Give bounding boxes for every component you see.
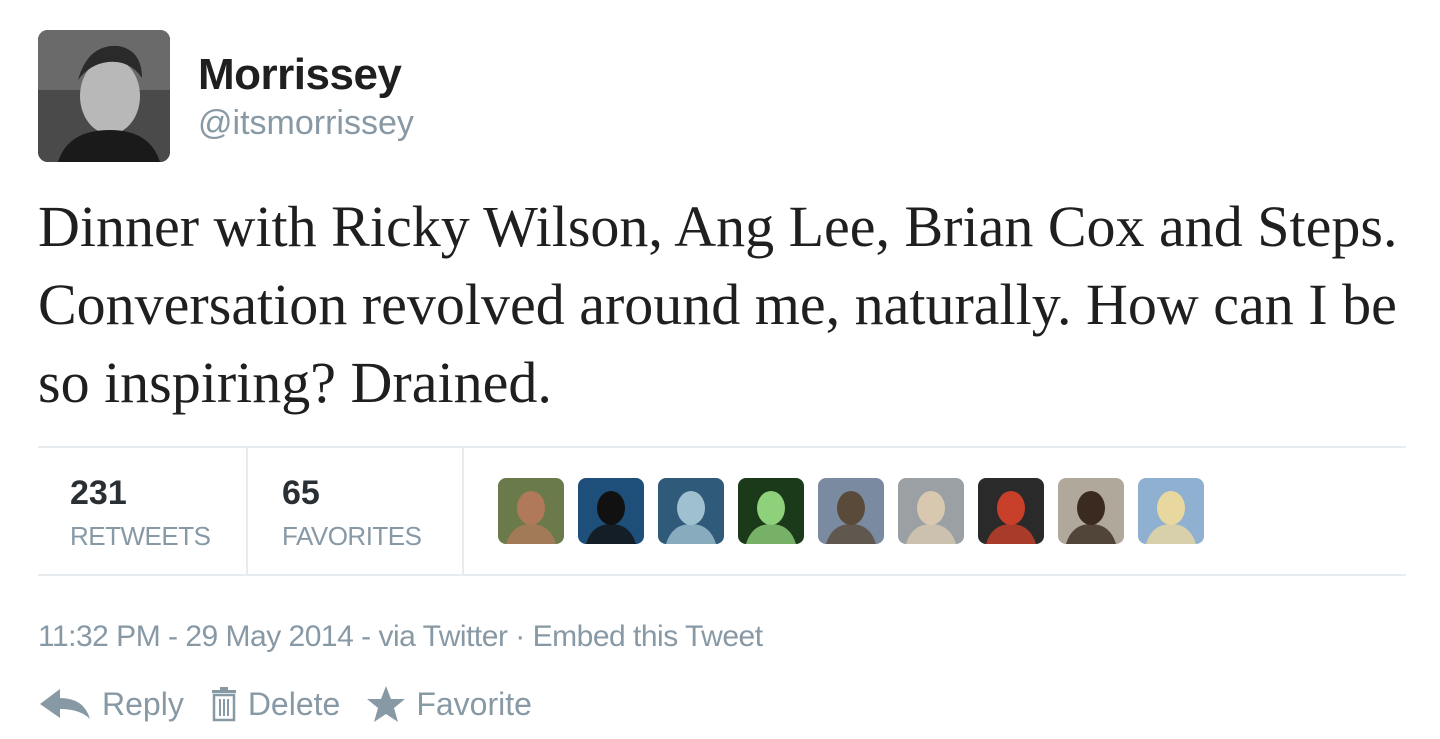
- reply-button[interactable]: Reply: [38, 686, 184, 723]
- tweet-meta: 11:32 PM - 29 May 2014 - via Twitter · E…: [38, 620, 763, 654]
- retweets-count: 231: [70, 474, 127, 512]
- meta-separator: ·: [515, 620, 525, 653]
- favorites-label: FAVORITES: [282, 521, 422, 551]
- tweet-stats: 231 RETWEETS 65 FAVORITES: [38, 446, 1406, 576]
- reply-icon: [40, 689, 90, 719]
- favoriter-avatar[interactable]: [1058, 478, 1124, 544]
- delete-label: Delete: [247, 685, 341, 722]
- delete-button[interactable]: Delete: [210, 685, 341, 723]
- favorite-label: Favorite: [416, 685, 532, 722]
- favoriter-avatar[interactable]: [978, 478, 1044, 544]
- trash-icon: [211, 687, 236, 722]
- author-avatar[interactable]: [38, 30, 170, 162]
- favoriter-avatars: [498, 478, 1204, 544]
- favoriter-avatar[interactable]: [1138, 478, 1204, 544]
- author-handle[interactable]: @itsmorrissey: [198, 104, 414, 143]
- retweets-stat[interactable]: 231 RETWEETS: [38, 448, 248, 574]
- favoriter-avatar[interactable]: [898, 478, 964, 544]
- favoriter-avatar[interactable]: [738, 478, 804, 544]
- favorites-count: 65: [282, 474, 320, 512]
- favorite-button[interactable]: Favorite: [366, 685, 532, 723]
- tweet-timestamp[interactable]: 11:32 PM - 29 May 2014 - via Twitter: [38, 620, 508, 653]
- tweet-text: Dinner with Ricky Wilson, Ang Lee, Brian…: [38, 194, 1398, 415]
- tweet-actions: Reply Delete Favorite: [38, 680, 558, 728]
- favoriter-avatar[interactable]: [818, 478, 884, 544]
- retweets-label: RETWEETS: [70, 521, 211, 551]
- author-name[interactable]: Morrissey: [198, 50, 402, 100]
- avatar-image: [38, 30, 170, 162]
- favoriter-avatar[interactable]: [658, 478, 724, 544]
- favoriter-avatar[interactable]: [578, 478, 644, 544]
- favoriter-avatar[interactable]: [498, 478, 564, 544]
- reply-label: Reply: [102, 685, 184, 722]
- star-icon: [367, 686, 406, 722]
- favorites-stat[interactable]: 65 FAVORITES: [248, 448, 464, 574]
- embed-tweet-link[interactable]: Embed this Tweet: [533, 620, 763, 653]
